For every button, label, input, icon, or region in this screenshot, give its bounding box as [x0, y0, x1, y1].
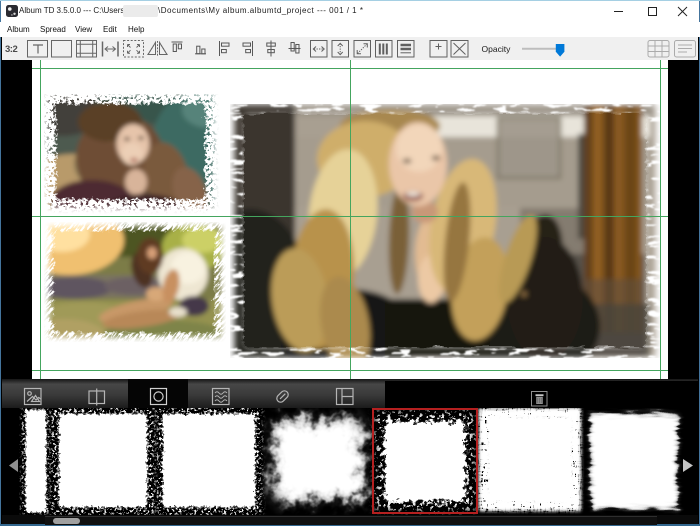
svg-text:Opacity: Opacity [482, 44, 512, 54]
svg-text:3:2: 3:2 [5, 44, 17, 55]
